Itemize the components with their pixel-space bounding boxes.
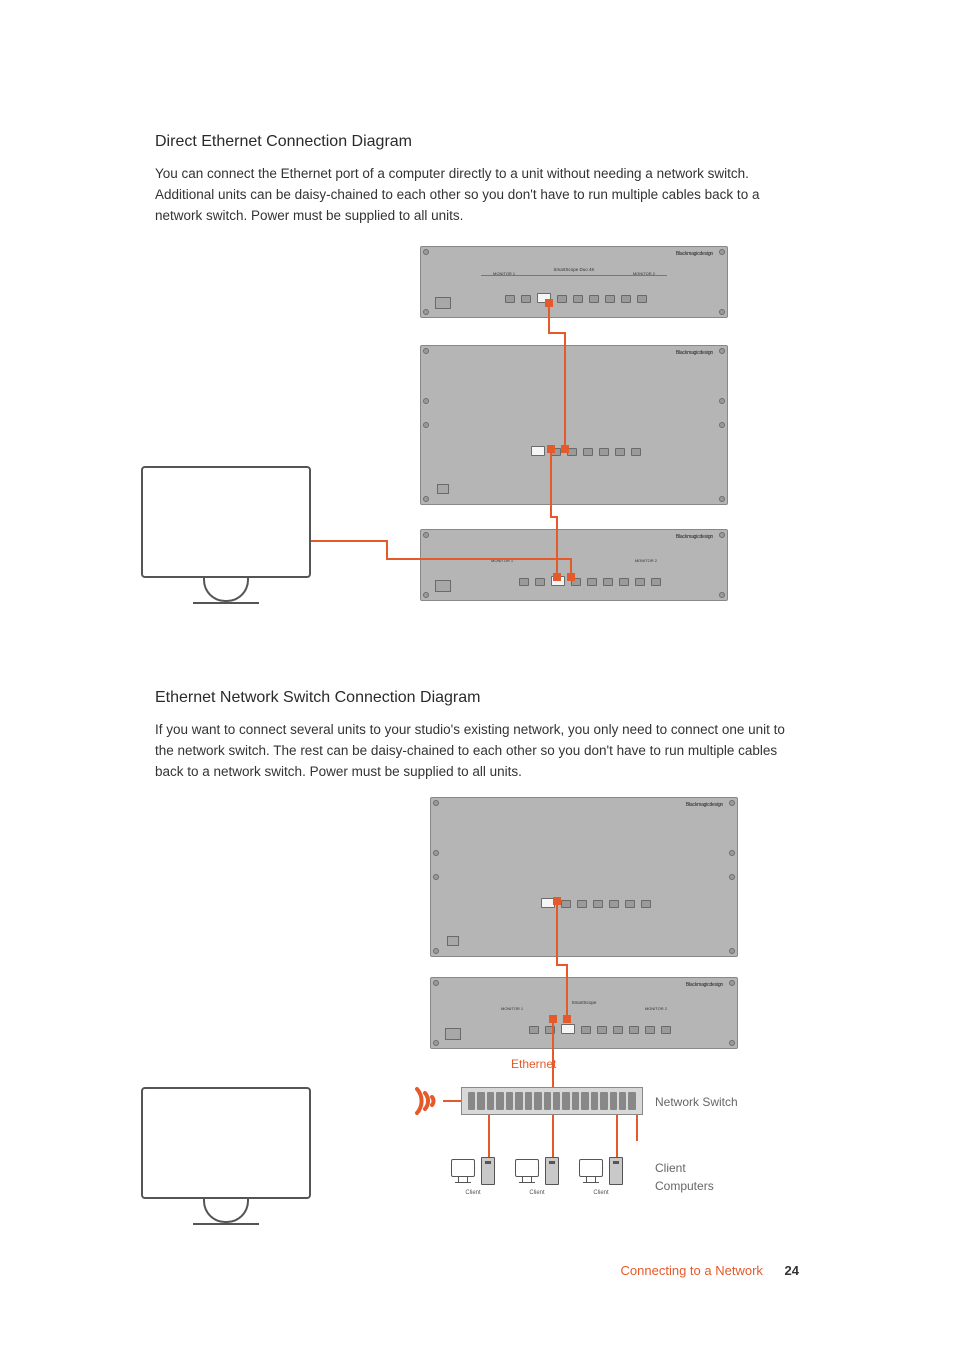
client-unit-label: Client (453, 1189, 493, 1198)
client-unit-label: Client (581, 1189, 621, 1198)
rack-device-b: Blackmagicdesign (420, 345, 728, 505)
monitor2-label: MONITOR 2 (635, 558, 657, 564)
rack-device-d: Blackmagicdesign (430, 797, 738, 957)
client-computers-label: Client Computers (655, 1159, 714, 1195)
wifi-icon (403, 1081, 443, 1127)
monitor1-label: MONITOR 1 (493, 271, 515, 277)
client-tower-icon (609, 1157, 623, 1185)
section1-paragraph: You can connect the Ethernet port of a c… (155, 164, 799, 227)
footer-section-name: Connecting to a Network (621, 1263, 763, 1278)
device-brand-label: Blackmagicdesign (676, 534, 713, 542)
device-brand-label: Blackmagicdesign (676, 251, 713, 259)
monitor2-label: MONITOR 2 (633, 271, 655, 277)
section1-heading: Direct Ethernet Connection Diagram (155, 130, 799, 154)
device-brand-label: Blackmagicdesign (686, 982, 723, 990)
network-switch-label: Network Switch (655, 1093, 738, 1111)
page-footer: Connecting to a Network 24 (621, 1261, 799, 1281)
ethernet-label: Ethernet (511, 1055, 556, 1073)
monitor2-label: MONITOR 2 (645, 1006, 667, 1012)
computer-monitor-icon (141, 1087, 311, 1225)
footer-page-number: 24 (785, 1263, 799, 1278)
rack-device-c: Blackmagicdesign MONITOR 1 MONITOR 2 (420, 529, 728, 601)
rack-device-a: Blackmagicdesign MONITOR 1 SmartScope Du… (420, 246, 728, 318)
section2-paragraph: If you want to connect several units to … (155, 720, 799, 783)
monitor1-label: MONITOR 1 (491, 558, 513, 564)
device-brand-label: Blackmagicdesign (686, 802, 723, 810)
client-computer-icon (515, 1159, 539, 1184)
diagram-direct-ethernet: Blackmagicdesign MONITOR 1 SmartScope Du… (155, 241, 795, 656)
client-tower-icon (545, 1157, 559, 1185)
diagram-network-switch: Blackmagicdesign Blackmagicdesign MONITO… (155, 797, 795, 1252)
client-unit-label: Client (517, 1189, 557, 1198)
computer-monitor-icon (141, 466, 311, 604)
device-model-label: SmartScope Duo 4K (553, 267, 594, 274)
monitor1-label: MONITOR 1 (501, 1006, 523, 1012)
device-brand-label: Blackmagicdesign (676, 350, 713, 358)
network-switch-icon (461, 1087, 643, 1115)
rack-device-e: Blackmagicdesign MONITOR 1 SmartScope MO… (430, 977, 738, 1049)
section2-heading: Ethernet Network Switch Connection Diagr… (155, 686, 799, 710)
client-computer-icon (579, 1159, 603, 1184)
client-computer-icon (451, 1159, 475, 1184)
client-tower-icon (481, 1157, 495, 1185)
